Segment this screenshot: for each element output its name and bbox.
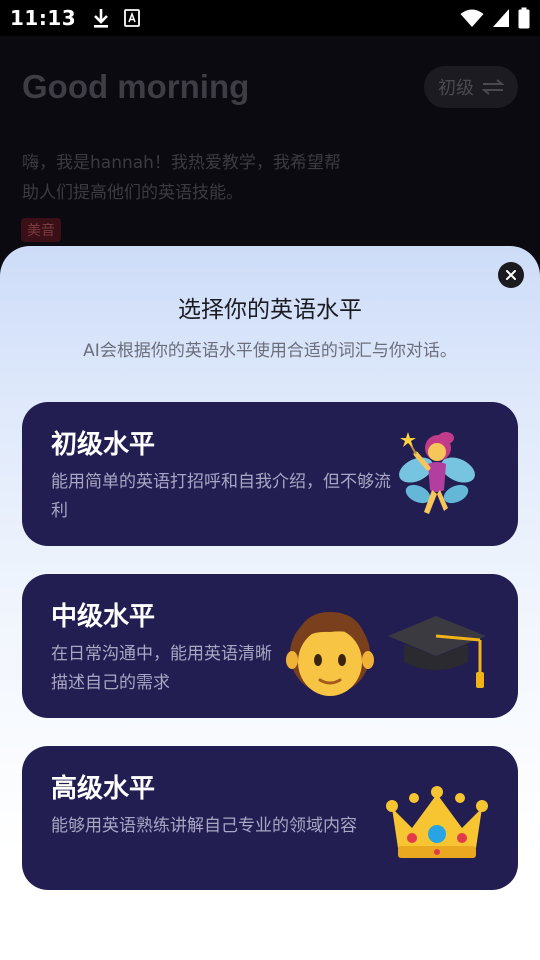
status-right-icons <box>460 7 530 29</box>
level-switch-label: 初级 <box>438 78 474 99</box>
level-card-description: 能够用英语熟练讲解自己专业的领域内容 <box>51 816 357 836</box>
swap-icon <box>482 79 504 95</box>
download-icon <box>94 9 109 28</box>
level-card-intermediate[interactable]: 中级水平 在日常沟通中，能用英语清晰描述自己的需求 <box>22 574 518 718</box>
level-card-description: 能用简单的英语打招呼和自我介绍，但不够流利 <box>51 472 391 521</box>
level-card-title: 高级水平 <box>51 774 156 804</box>
status-bar: 11:13 <box>0 0 540 36</box>
battery-icon <box>518 7 530 29</box>
level-card-description: 在日常沟通中，能用英语清晰描述自己的需求 <box>51 644 272 693</box>
fairy-icon <box>399 432 475 514</box>
sheet-title: 选择你的英语水平 <box>178 297 362 323</box>
status-left-icons <box>92 7 141 29</box>
accent-tag: 美音 <box>21 218 61 242</box>
close-icon <box>506 270 516 280</box>
level-switch-button[interactable]: 初级 <box>424 66 518 108</box>
close-button[interactable] <box>498 262 524 288</box>
font-app-icon <box>124 9 141 27</box>
crown-icon <box>386 786 488 858</box>
greeting-title: Good morning <box>22 68 250 105</box>
level-select-sheet: 选择你的英语水平 AI会根据你的英语水平使用合适的词汇与你对话。 初级水平 能用… <box>0 246 540 960</box>
level-card-title: 中级水平 <box>51 602 156 632</box>
status-time: 11:13 <box>10 6 77 30</box>
wifi-icon <box>460 9 484 27</box>
student-graduation-cap-icon <box>286 612 486 696</box>
tutor-intro-text: 嗨，我是hannah！我热爱教学，我希望帮助人们提高他们的英语技能。 <box>22 153 341 203</box>
level-card-title: 初级水平 <box>51 430 156 460</box>
signal-icon <box>493 9 509 27</box>
level-card-advanced[interactable]: 高级水平 能够用英语熟练讲解自己专业的领域内容 <box>22 746 518 890</box>
sheet-subtitle: AI会根据你的英语水平使用合适的词汇与你对话。 <box>83 341 457 361</box>
level-card-beginner[interactable]: 初级水平 能用简单的英语打招呼和自我介绍，但不够流利 <box>22 402 518 546</box>
